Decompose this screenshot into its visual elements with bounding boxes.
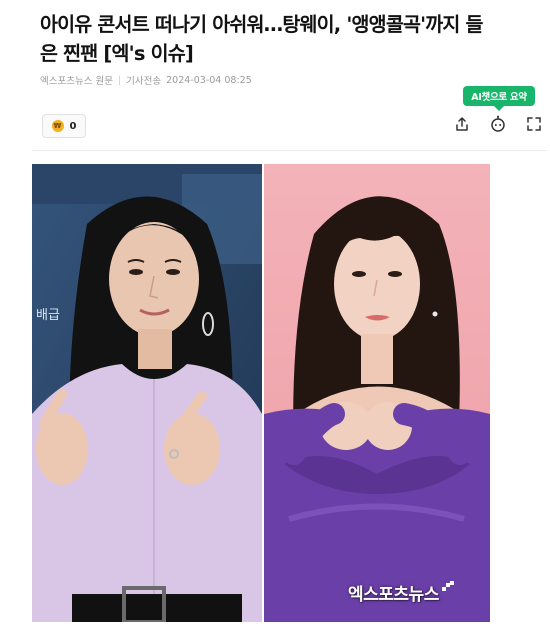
reaction-count: 0 xyxy=(69,120,77,132)
photo-left: 배급 xyxy=(32,164,262,622)
watermark-logo-icon xyxy=(441,581,454,591)
photo-right xyxy=(264,164,490,622)
ai-summary-button[interactable]: AI챗으로 요약 xyxy=(463,86,535,111)
ai-summary-label: AI챗으로 요약 xyxy=(471,92,527,103)
timestamp: 2024-03-04 08:25 xyxy=(166,74,252,86)
photo-watermark: 엑스포츠뉴스 xyxy=(348,578,478,606)
watermark-text: 엑스포츠뉴스 xyxy=(348,584,439,605)
article-headline: 아이유 콘서트 떠나기 아쉬워…탕웨이, '앵앵콜곡'까지 들 은 찐팬 [엑'… xyxy=(40,10,535,68)
coin-icon: ₩ xyxy=(51,120,64,132)
chatbot-icon[interactable] xyxy=(488,114,508,134)
article-meta: 엑스포츠뉴스 원문 | 기사전송 2024-03-04 08:25 xyxy=(40,72,252,88)
headline-line-2: 은 찐팬 [엑's 이슈] xyxy=(40,42,194,65)
article-toolbar xyxy=(452,113,544,135)
expand-icon[interactable] xyxy=(524,114,544,134)
backdrop-text: 배급 xyxy=(36,308,60,323)
transmit-label: 기사전송 xyxy=(126,76,162,87)
headline-line-1: 아이유 콘서트 떠나기 아쉬워…탕웨이, '앵앵콜곡'까지 들 xyxy=(40,13,483,36)
meta-separator: | xyxy=(117,74,122,86)
source-link[interactable]: 엑스포츠뉴스 원문 xyxy=(40,73,113,87)
reaction-button[interactable]: ₩ 0 xyxy=(42,114,86,138)
header-divider xyxy=(32,150,547,151)
share-icon[interactable] xyxy=(452,114,472,134)
